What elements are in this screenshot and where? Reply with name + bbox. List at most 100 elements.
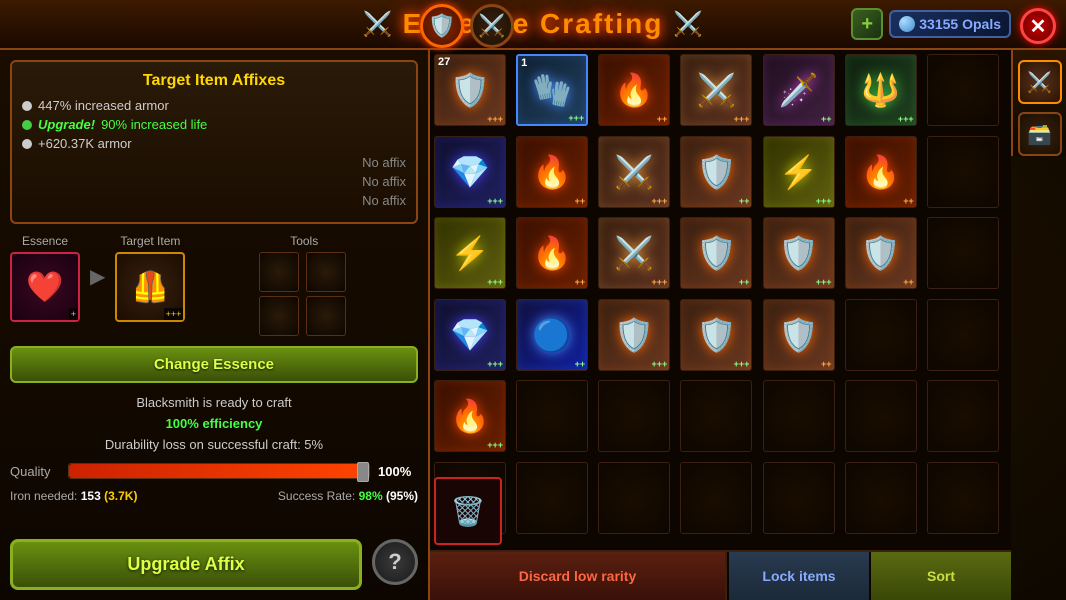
grid-cell[interactable]: 🔵++ [516, 299, 588, 371]
tool-slot-3[interactable] [259, 296, 299, 336]
grid-cell[interactable] [845, 380, 917, 452]
grid-cell[interactable]: 🔥+++ [434, 380, 506, 452]
item-badge: +++ [734, 359, 750, 369]
close-button[interactable]: ✕ [1020, 8, 1056, 44]
tools-section: Tools [190, 234, 418, 336]
target-slot[interactable]: 🦺 +++ [115, 252, 185, 322]
grid-cell[interactable]: ⚡+++ [763, 136, 835, 208]
grid-cell[interactable] [516, 462, 588, 534]
help-button[interactable]: ? [372, 539, 418, 585]
success-extra: (95%) [386, 489, 418, 503]
trash-icon: 🗑️ [451, 495, 486, 528]
item-badge: +++ [898, 114, 914, 124]
discard-button[interactable]: Discard low rarity [430, 552, 727, 600]
affix-text-1: 447% increased armor [38, 98, 169, 113]
grid-cell[interactable]: 🗡️++ [763, 54, 835, 126]
grid-cell[interactable] [927, 54, 999, 126]
grid-cell[interactable]: 🛡️++ [845, 217, 917, 289]
item-icon: 🛡️ [769, 305, 829, 365]
item-icon: 💎 [440, 305, 500, 365]
item-badge: +++ [652, 359, 668, 369]
item-icon: ⚔️ [604, 223, 664, 283]
item-badge: ++ [821, 114, 832, 124]
item-badge: ++ [575, 196, 586, 206]
item-badge: +++ [652, 277, 668, 287]
grid-cell[interactable] [680, 380, 752, 452]
grid-cell[interactable] [598, 380, 670, 452]
grid-cell[interactable] [680, 462, 752, 534]
item-badge: ++ [575, 277, 586, 287]
grid-cell[interactable]: 🔥++ [598, 54, 670, 126]
filter-icons: 🛡️ ⚔️ [420, 4, 514, 48]
item-icon: 🛡️ [440, 60, 500, 120]
item-icon: ⚡ [440, 223, 500, 283]
stats-row: Iron needed: 153 (3.7K) Success Rate: 98… [10, 489, 418, 503]
grid-cell[interactable]: 🛡️++ [763, 299, 835, 371]
efficiency-label: 100% efficiency [166, 416, 263, 431]
target-label: Target Item [115, 234, 185, 248]
grid-cell[interactable]: ⚔️+++ [598, 217, 670, 289]
grid-cell[interactable]: 🛡️+++ [680, 299, 752, 371]
opals-count: 33155 Opals [919, 16, 1001, 32]
upgrade-affix-button[interactable]: Upgrade Affix [10, 539, 362, 590]
grid-cell[interactable]: 🛡️+++ [763, 217, 835, 289]
title-decoration-left: ⚔️ [363, 10, 393, 39]
grid-cell[interactable] [516, 380, 588, 452]
tool-slot-2[interactable] [306, 252, 346, 292]
grid-cell[interactable]: 💎+++ [434, 299, 506, 371]
grid-cell[interactable] [927, 380, 999, 452]
armor-filter-btn[interactable]: 🛡️ [420, 4, 464, 48]
grid-cell[interactable] [845, 299, 917, 371]
grid-cell[interactable]: ⚔️+++ [598, 136, 670, 208]
item-icon: 🔥 [522, 142, 582, 202]
affix-row-2: Upgrade! 90% increased life [22, 117, 406, 132]
grid-cell[interactable] [927, 136, 999, 208]
storage-tab-btn[interactable]: 🗃️ [1018, 112, 1062, 156]
tool-slot-4[interactable] [306, 296, 346, 336]
grid-cell[interactable]: 💎+++ [434, 136, 506, 208]
grid-cell[interactable]: ⚔️+++ [680, 54, 752, 126]
item-badge: +++ [487, 359, 503, 369]
trash-area[interactable]: 🗑️ [434, 477, 502, 545]
grid-cell[interactable] [927, 299, 999, 371]
grid-cell[interactable]: 🔥++ [845, 136, 917, 208]
grid-cell[interactable]: 🛡️+++ [598, 299, 670, 371]
sort-button[interactable]: Sort [871, 552, 1011, 600]
grid-cell[interactable]: 1🧤+++ [516, 54, 588, 126]
quality-bar-container[interactable] [68, 463, 370, 479]
weapon-filter-btn[interactable]: ⚔️ [470, 4, 514, 48]
tool-slot-1[interactable] [259, 252, 299, 292]
affix-text-3: +620.37K armor [38, 136, 132, 151]
grid-cell[interactable]: 🛡️++ [680, 217, 752, 289]
grid-cell[interactable]: ⚡+++ [434, 217, 506, 289]
grid-cell[interactable] [763, 380, 835, 452]
grid-cell[interactable] [927, 217, 999, 289]
no-affix-1: No affix [22, 155, 406, 170]
essence-label: Essence [10, 234, 80, 248]
grid-cell[interactable]: 🔥++ [516, 136, 588, 208]
lock-button[interactable]: Lock items [729, 552, 869, 600]
item-badge: ++ [821, 359, 832, 369]
grid-cell[interactable] [763, 462, 835, 534]
grid-cell[interactable] [927, 462, 999, 534]
add-button[interactable]: + [851, 8, 883, 40]
grid-cell[interactable]: 🛡️++ [680, 136, 752, 208]
item-badge: +++ [487, 277, 503, 287]
essence-slot[interactable]: ❤️ + [10, 252, 80, 322]
grid-cell[interactable]: 🔱+++ [845, 54, 917, 126]
change-essence-button[interactable]: Change Essence [10, 346, 418, 383]
item-icon: 🛡️ [851, 223, 911, 283]
item-badge: ++ [739, 196, 750, 206]
inventory-tab-btn[interactable]: ⚔️ [1018, 60, 1062, 104]
grid-cell[interactable]: 27🛡️+++ [434, 54, 506, 126]
quality-row: Quality 100% [10, 463, 418, 479]
affix-row-1: 447% increased armor [22, 98, 406, 113]
item-badge: ++ [575, 359, 586, 369]
quality-bar-handle[interactable] [357, 462, 369, 482]
item-badge: +++ [816, 277, 832, 287]
grid-cell[interactable] [845, 462, 917, 534]
title-bar: ⚔️ Essence Crafting ⚔️ 🛡️ ⚔️ + 33155 Opa… [0, 0, 1066, 50]
item-badge: +++ [568, 113, 584, 123]
grid-cell[interactable] [598, 462, 670, 534]
grid-cell[interactable]: 🔥++ [516, 217, 588, 289]
